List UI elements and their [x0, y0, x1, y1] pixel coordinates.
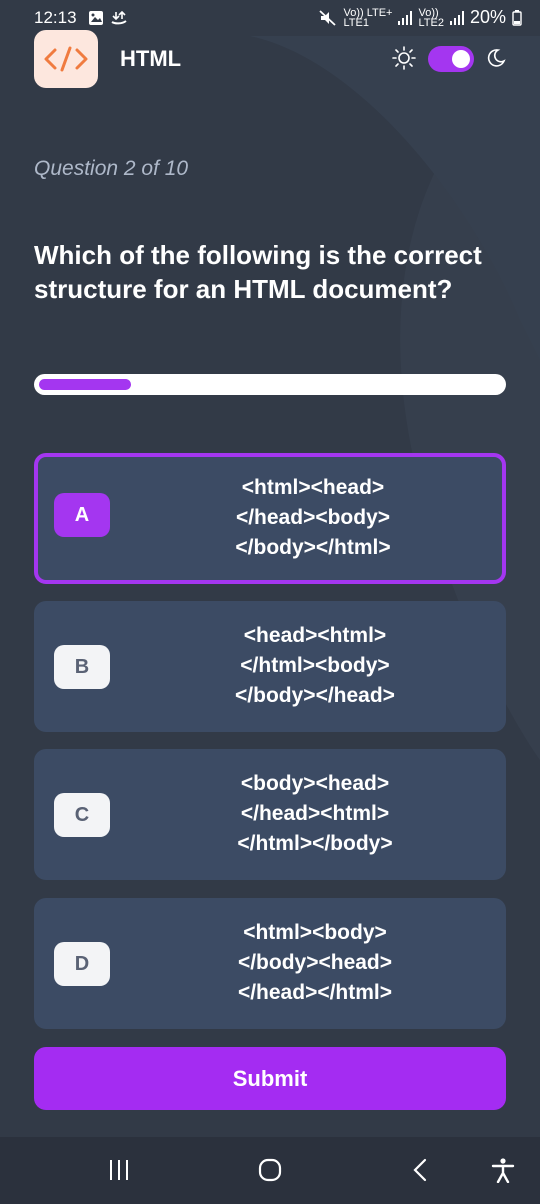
option-letter-badge: C	[54, 793, 110, 837]
option-code-line: </body></head>	[235, 684, 395, 707]
moon-icon	[487, 49, 506, 67]
sun-icon	[392, 46, 416, 70]
option-code-line: <body><head>	[240, 772, 390, 795]
dark-mode-toggle[interactable]	[428, 46, 474, 72]
network-label-sim1-sub: LTE1	[343, 16, 369, 29]
app-header: HTML	[0, 30, 540, 90]
home-icon[interactable]	[257, 1157, 283, 1183]
sync-notification-icon	[111, 10, 127, 25]
option-code: <html><head> </head><body> </body></html…	[144, 473, 482, 563]
signal-icon	[398, 10, 413, 25]
option-code-line: </body></html>	[235, 536, 391, 559]
option-letter-badge: B	[54, 645, 110, 689]
option-c[interactable]: C <body><head> </head><html> </html></bo…	[34, 749, 506, 880]
toggle-knob	[452, 50, 470, 68]
option-b[interactable]: B <head><html> </html><body> </body></he…	[34, 601, 506, 732]
battery-icon	[512, 9, 522, 26]
option-code-line: </head><html>	[240, 802, 390, 825]
option-code: <html><body> </body><head> </head></html…	[144, 918, 486, 1008]
option-code-line: <html><body>	[243, 921, 387, 944]
option-letter-badge: A	[54, 493, 110, 537]
gallery-notification-icon	[89, 11, 103, 25]
option-d[interactable]: D <html><body> </body><head> </head></ht…	[34, 898, 506, 1029]
option-code-line: </head></html>	[237, 981, 393, 1004]
option-code-line: </html></body>	[237, 832, 393, 855]
network-label-sim1: Vo)) LTE+	[343, 6, 393, 19]
option-code-line: </body><head>	[237, 951, 393, 974]
code-tag-icon	[44, 46, 88, 72]
battery-percentage: 20%	[469, 7, 506, 27]
signal-icon	[449, 10, 464, 25]
option-a[interactable]: A <html><head> </head><body> </body></ht…	[34, 453, 506, 584]
network-label-sim2-sub: LTE2	[418, 16, 444, 29]
recent-apps-icon[interactable]	[107, 1157, 131, 1183]
mute-icon	[319, 9, 337, 26]
option-letter-badge: D	[54, 942, 110, 986]
question-text: Which of the following is the correct st…	[34, 240, 482, 304]
option-code-line: </html><body>	[240, 654, 390, 677]
html-logo	[34, 30, 98, 88]
system-nav-bar	[0, 1137, 540, 1204]
option-code-line: <head><html>	[243, 624, 387, 647]
quiz-progress-bar	[34, 374, 506, 395]
status-time: 12:13	[34, 8, 77, 27]
question-counter: Question 2 of 10	[34, 157, 189, 180]
option-code-line: </head><body>	[235, 506, 391, 529]
progress-fill	[39, 379, 131, 390]
accessibility-icon[interactable]	[490, 1157, 516, 1183]
submit-button[interactable]: Submit	[34, 1047, 506, 1110]
option-code-line: <html><head>	[241, 476, 385, 499]
network-label-sim2: Vo))	[418, 6, 439, 19]
option-code: <body><head> </head><html> </html></body…	[144, 769, 486, 859]
page-title: HTML	[120, 46, 182, 71]
option-code: <head><html> </html><body> </body></head…	[144, 621, 486, 711]
back-icon[interactable]	[410, 1157, 430, 1183]
